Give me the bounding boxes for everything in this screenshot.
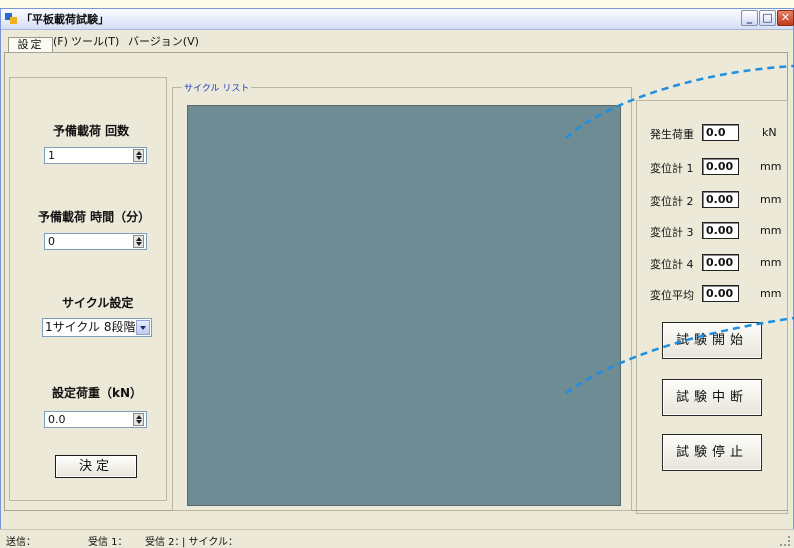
status-cycle: | サイクル： bbox=[182, 537, 239, 548]
reading-label: 発生荷重 bbox=[650, 128, 694, 141]
reading-label: 変位計 2 bbox=[650, 195, 694, 208]
reading-value: 0.00 bbox=[702, 254, 739, 271]
spinner-arrows-icon[interactable] bbox=[133, 413, 144, 426]
spinner-arrows-icon[interactable] bbox=[133, 149, 144, 162]
preload-time-value: 0 bbox=[48, 235, 55, 248]
reading-value: 0.00 bbox=[702, 158, 739, 175]
pause-test-button[interactable]: 試験中断 bbox=[662, 379, 762, 416]
status-receive-1: 受信 1： bbox=[88, 537, 128, 548]
status-receive-2: 受信 2： bbox=[145, 537, 185, 548]
menu-version[interactable]: バージョン(V) bbox=[128, 33, 199, 49]
start-test-button[interactable]: 試験開始 bbox=[662, 322, 762, 359]
status-bar: 送信： 受信 1： 受信 2： | サイクル： bbox=[0, 529, 794, 548]
app-icon bbox=[5, 13, 17, 24]
menu-bar: ファイル(F) ツール(T) バージョン(V) bbox=[1, 30, 793, 49]
reading-unit: kN bbox=[762, 126, 777, 139]
chevron-down-icon[interactable] bbox=[136, 320, 150, 335]
resize-grip-icon[interactable] bbox=[780, 536, 790, 546]
reading-unit: mm bbox=[760, 256, 782, 269]
preload-time-spinner[interactable]: 0 bbox=[44, 233, 147, 250]
decide-button[interactable]: 決定 bbox=[55, 455, 137, 478]
reading-unit: mm bbox=[760, 287, 782, 300]
stop-test-button[interactable]: 試験停止 bbox=[662, 434, 762, 471]
preload-count-spinner[interactable]: 1 bbox=[44, 147, 147, 164]
set-load-value: 0.0 bbox=[48, 413, 66, 426]
cycle-setting-label: サイクル設定 bbox=[62, 296, 134, 310]
cycle-list-label: サイクル リスト bbox=[182, 81, 252, 94]
reading-value: 0.00 bbox=[702, 222, 739, 239]
menu-tools[interactable]: ツール(T) bbox=[71, 33, 119, 49]
reading-unit: mm bbox=[760, 193, 782, 206]
reading-label: 変位平均 bbox=[650, 289, 694, 302]
spinner-arrows-icon[interactable] bbox=[133, 235, 144, 248]
reading-unit: mm bbox=[760, 160, 782, 173]
tab-settings[interactable]: 設定 bbox=[8, 37, 53, 52]
preload-count-value: 1 bbox=[48, 149, 55, 162]
window-title: 「平板載荷試験」 bbox=[21, 13, 109, 26]
minimize-button[interactable]: _ bbox=[741, 10, 758, 26]
reading-label: 変位計 3 bbox=[650, 226, 694, 239]
reading-unit: mm bbox=[760, 224, 782, 237]
reading-value: 0.0 bbox=[702, 124, 739, 141]
reading-value: 0.00 bbox=[702, 191, 739, 208]
cycle-list[interactable] bbox=[187, 105, 621, 506]
cycle-setting-value: 1サイクル 8段階 bbox=[45, 320, 136, 334]
reading-label: 変位計 4 bbox=[650, 258, 694, 271]
preload-count-label: 予備載荷 回数 bbox=[53, 124, 130, 138]
status-send: 送信： bbox=[6, 537, 36, 548]
maximize-button[interactable]: □ bbox=[759, 10, 776, 26]
preload-time-label: 予備載荷 時間（分） bbox=[38, 210, 151, 224]
reading-label: 変位計 1 bbox=[650, 162, 694, 175]
title-bar: 「平板載荷試験」 _ □ ✕ bbox=[1, 9, 794, 30]
reading-value: 0.00 bbox=[702, 285, 739, 302]
settings-panel bbox=[9, 77, 167, 501]
set-load-spinner[interactable]: 0.0 bbox=[44, 411, 147, 428]
set-load-label: 設定荷重（kN） bbox=[52, 386, 143, 400]
cycle-setting-select[interactable]: 1サイクル 8段階 bbox=[42, 318, 152, 337]
close-button[interactable]: ✕ bbox=[777, 10, 794, 26]
